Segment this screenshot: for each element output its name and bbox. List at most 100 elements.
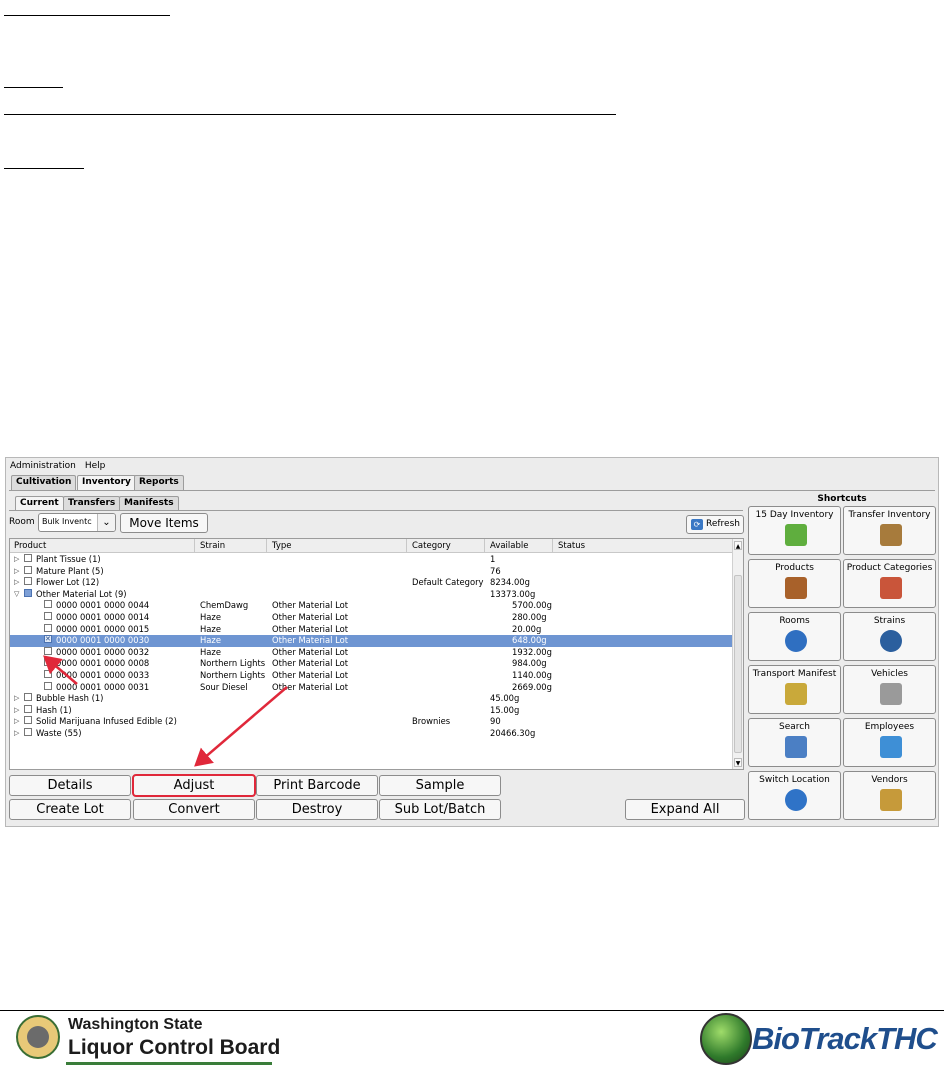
shortcut-rooms-button[interactable]: Rooms	[748, 612, 841, 661]
table-row[interactable]: ▷ Waste (55) 20466.30g	[10, 728, 733, 740]
shortcut-vendors-button[interactable]: Vendors	[843, 771, 936, 820]
refresh-icon: ⟳	[691, 519, 703, 530]
cell-available: 76	[490, 565, 501, 576]
details-button[interactable]: Details	[9, 775, 131, 796]
column-type[interactable]: Type	[272, 541, 292, 551]
expand-down-icon[interactable]: ▽	[14, 589, 19, 601]
wslcb-logo-line2: Liquor Control Board	[68, 1036, 281, 1059]
cell-category: Brownies	[412, 716, 451, 727]
scroll-up-icon[interactable]: ▲	[734, 541, 742, 550]
table-row[interactable]: ▷ Solid Marijuana Infused Edible (2) Brown…	[10, 716, 733, 728]
expand-right-icon[interactable]: ▷	[14, 577, 19, 589]
print-barcode-button[interactable]: Print Barcode	[256, 775, 378, 796]
row-checkbox[interactable]	[24, 704, 32, 713]
column-available[interactable]: Available	[490, 541, 528, 551]
footer-rule	[0, 1010, 944, 1011]
move-items-button[interactable]: Move Items	[120, 513, 208, 533]
row-checkbox[interactable]	[24, 565, 32, 574]
shortcut-products-button[interactable]: Products	[748, 559, 841, 608]
row-checkbox[interactable]	[24, 588, 32, 597]
sample-button[interactable]: Sample	[379, 775, 501, 796]
scroll-down-icon[interactable]: ▼	[734, 758, 742, 767]
table-row[interactable]: ▷ Plant Tissue (1) 1	[10, 554, 733, 566]
row-checkbox[interactable]	[24, 728, 32, 736]
table-row[interactable]: ▷ Bubble Hash (1) 45.00g	[10, 693, 733, 705]
table-row[interactable]: 0000 0001 0000 0014 Haze Other Material Lo…	[10, 612, 733, 624]
inventory-box-icon	[785, 524, 807, 546]
create-lot-button[interactable]: Create Lot	[9, 799, 131, 820]
cell-category: Default Category	[412, 577, 484, 588]
sub-lot-batch-button[interactable]: Sub Lot/Batch	[379, 799, 501, 820]
table-row[interactable]: ▽ Other Material Lot (9) 13373.00g	[10, 588, 733, 601]
table-row[interactable]: 0000 0001 0000 0032 Haze Other Material Lo…	[10, 646, 733, 659]
expand-right-icon[interactable]: ▷	[14, 705, 19, 717]
shortcut-transfer-inventory-button[interactable]: Transfer Inventory	[843, 506, 936, 555]
table-row[interactable]: 0000 0001 0000 0044 ChemDawg Other Materia…	[10, 600, 733, 612]
tab-cultivation[interactable]: Cultivation	[11, 475, 77, 490]
tab-reports[interactable]: Reports	[134, 475, 184, 490]
row-checkbox[interactable]	[44, 681, 52, 690]
tab-current[interactable]: Current	[15, 496, 64, 511]
tab-transfers[interactable]: Transfers	[63, 496, 121, 511]
shortcut-strains-button[interactable]: Strains	[843, 612, 936, 661]
expand-right-icon[interactable]: ▷	[14, 554, 19, 566]
row-checkbox[interactable]	[44, 600, 52, 609]
shortcut-employees-button[interactable]: Employees	[843, 718, 936, 767]
row-checkbox[interactable]	[44, 634, 52, 646]
table-row[interactable]: 0000 0001 0000 0033 Northern Lights Other …	[10, 670, 733, 682]
scrollbar-thumb[interactable]	[734, 575, 742, 753]
column-product[interactable]: Product	[14, 541, 46, 551]
shortcut-switch-location-button[interactable]: Switch Location	[748, 771, 841, 820]
row-checkbox[interactable]	[44, 658, 52, 667]
row-checkbox[interactable]	[24, 716, 32, 725]
table-row[interactable]: 0000 0001 0000 0031 Sour Diesel Other Mate…	[10, 681, 733, 694]
shortcut-search-button[interactable]: Search	[748, 718, 841, 767]
shortcut-label: Search	[779, 722, 810, 732]
row-checkbox[interactable]	[24, 693, 32, 702]
table-row[interactable]: 0000 0001 0000 0015 Haze Other Material Lo…	[10, 623, 733, 636]
column-category[interactable]: Category	[412, 541, 451, 551]
redacted-text-line	[4, 168, 84, 169]
inventory-tree[interactable]: Product Strain Type Category Available S…	[9, 538, 744, 770]
cell-product: Mature Plant (5)	[36, 565, 104, 576]
table-row[interactable]: ▷ Hash (1) 15.00g	[10, 704, 733, 717]
tab-inventory[interactable]: Inventory	[77, 475, 136, 490]
row-checkbox[interactable]	[24, 554, 32, 562]
row-checkbox[interactable]	[44, 670, 52, 678]
row-checkbox[interactable]	[24, 577, 32, 586]
destroy-button[interactable]: Destroy	[256, 799, 378, 820]
table-row[interactable]: ▷ Flower Lot (12) Default Category 8234.00g	[10, 577, 733, 589]
column-strain[interactable]: Strain	[200, 541, 225, 551]
room-select[interactable]: Bulk Inventc ⌄	[38, 513, 116, 532]
shortcut-transport-manifest-button[interactable]: Transport Manifest	[748, 665, 841, 714]
column-separator	[552, 539, 553, 553]
row-checkbox[interactable]	[44, 612, 52, 620]
table-row[interactable]: 0000 0001 0000 0030 Haze Other Material Lo…	[10, 634, 733, 647]
column-status[interactable]: Status	[558, 541, 585, 551]
cell-type: Other Material Lot	[272, 623, 349, 634]
tab-manifests[interactable]: Manifests	[119, 496, 179, 511]
shortcut-15-day-inventory-button[interactable]: 15 Day Inventory	[748, 506, 841, 555]
expand-all-button[interactable]: Expand All	[625, 799, 745, 820]
shortcut-vehicles-button[interactable]: Vehicles	[843, 665, 936, 714]
expand-right-icon[interactable]: ▷	[14, 716, 19, 728]
table-row[interactable]: ▷ Mature Plant (5) 76	[10, 565, 733, 578]
shortcut-label: Switch Location	[759, 775, 830, 785]
tree-scrollbar[interactable]: ▲ ▼	[732, 539, 743, 769]
employees-people-icon	[880, 736, 902, 758]
table-row[interactable]: 0000 0001 0000 0008 Northern Lights Other …	[10, 658, 733, 670]
adjust-button[interactable]: Adjust	[132, 774, 256, 797]
row-checkbox[interactable]	[44, 623, 52, 632]
subtab-divider	[9, 510, 743, 511]
convert-button[interactable]: Convert	[133, 799, 255, 820]
row-checkbox[interactable]	[44, 646, 52, 655]
transfer-box-icon	[880, 524, 902, 546]
shortcut-product-categories-button[interactable]: Product Categories	[843, 559, 936, 608]
menu-administration[interactable]: Administration	[10, 461, 76, 471]
menu-help[interactable]: Help	[85, 461, 106, 471]
tab-divider	[9, 490, 935, 491]
expand-right-icon[interactable]: ▷	[14, 693, 19, 705]
expand-right-icon[interactable]: ▷	[14, 566, 19, 578]
refresh-button[interactable]: ⟳ Refresh	[686, 515, 744, 534]
expand-right-icon[interactable]: ▷	[14, 728, 19, 740]
